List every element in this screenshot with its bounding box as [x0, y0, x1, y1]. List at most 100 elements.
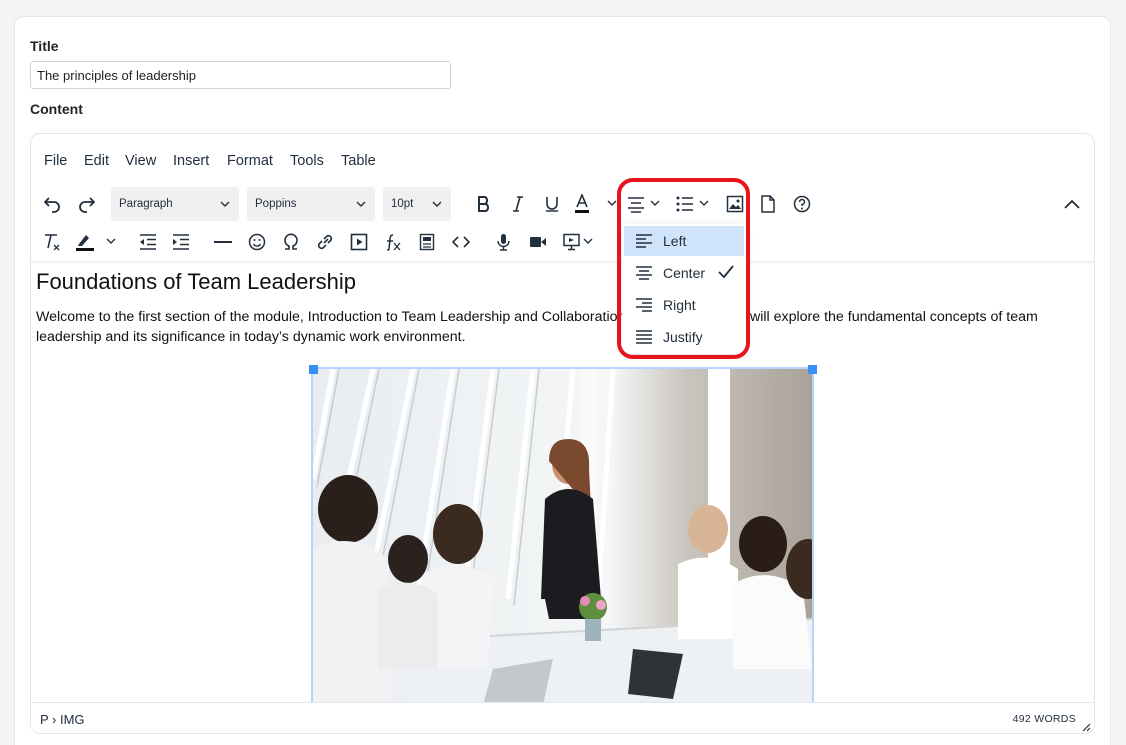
menu-insert[interactable]: Insert [173, 153, 209, 169]
help-button[interactable] [787, 187, 817, 221]
chevron-down-icon [220, 201, 230, 207]
align-option-right[interactable]: Right [624, 290, 744, 320]
image-icon [726, 195, 744, 213]
page-icon [761, 195, 775, 213]
align-center-icon [636, 266, 652, 280]
font-family-select[interactable]: Poppins [247, 187, 375, 221]
text-color-button[interactable] [571, 187, 621, 221]
italic-button[interactable] [503, 187, 533, 221]
menu-tools[interactable]: Tools [290, 153, 324, 169]
undo-button[interactable] [37, 187, 67, 221]
content-label: Content [30, 101, 83, 117]
underline-button[interactable] [537, 187, 567, 221]
word-count[interactable]: 492 WORDS [1013, 713, 1076, 725]
rich-text-editor: File Edit View Insert Format Tools Table… [30, 133, 1095, 734]
align-option-center[interactable]: Center [624, 258, 744, 288]
status-bar: P › IMG 492 WORDS [31, 702, 1094, 733]
indent-icon [173, 234, 189, 250]
highlight-icon [76, 235, 116, 251]
video-icon [530, 237, 546, 247]
voice-button[interactable] [489, 225, 519, 259]
bold-button[interactable] [469, 187, 499, 221]
code-button[interactable] [446, 225, 476, 259]
selected-image[interactable] [310, 367, 830, 702]
align-option-label: Justify [663, 329, 703, 345]
link-icon [317, 234, 333, 250]
template-button[interactable] [412, 225, 442, 259]
title-label: Title [30, 38, 59, 54]
checkmark-icon [718, 265, 734, 279]
horizontal-rule-button[interactable] [208, 225, 238, 259]
block-format-value: Paragraph [119, 198, 173, 210]
align-option-justify[interactable]: Justify [624, 322, 744, 352]
font-family-value: Poppins [255, 198, 297, 210]
menu-file[interactable]: File [44, 153, 67, 169]
image-button[interactable] [720, 187, 750, 221]
menu-edit[interactable]: Edit [84, 153, 109, 169]
align-justify-icon [636, 330, 652, 344]
font-size-select[interactable]: 10pt [383, 187, 451, 221]
align-option-label: Left [663, 233, 687, 249]
align-button[interactable] [625, 187, 667, 221]
preview-button[interactable] [561, 225, 597, 259]
formula-button[interactable] [378, 225, 408, 259]
media-button[interactable] [344, 225, 374, 259]
highlight-button[interactable] [73, 225, 121, 259]
collapse-toolbar-button[interactable] [1057, 187, 1087, 221]
menubar: File Edit View Insert Format Tools Table [31, 134, 1094, 186]
align-dropdown-menu: Left Center Right Justify [622, 224, 746, 354]
menu-table[interactable]: Table [341, 153, 376, 169]
voice-icon [497, 234, 510, 251]
text-color-icon [575, 194, 617, 213]
resize-handle-top-right[interactable] [808, 365, 817, 374]
chevron-down-icon [356, 201, 366, 207]
underline-icon [546, 197, 558, 212]
align-right-icon [636, 298, 652, 312]
team-meeting-photo [310, 368, 830, 702]
template-icon [419, 233, 435, 251]
redo-icon [79, 197, 95, 213]
italic-icon [513, 196, 523, 212]
align-left-icon [636, 234, 652, 248]
block-format-select[interactable]: Paragraph [111, 187, 239, 221]
title-input[interactable] [30, 61, 451, 89]
list-icon [676, 196, 709, 212]
align-option-label: Right [663, 297, 696, 313]
horizontal-rule-icon [214, 241, 232, 243]
preview-icon [563, 233, 593, 251]
media-icon [350, 233, 368, 251]
editor-content[interactable]: Foundations of Team Leadership Welcome t… [31, 264, 1094, 702]
link-button[interactable] [310, 225, 340, 259]
help-icon [793, 195, 811, 213]
clear-format-icon [45, 234, 60, 251]
page-button[interactable] [753, 187, 783, 221]
indent-button[interactable] [166, 225, 196, 259]
outdent-icon [140, 234, 156, 250]
align-option-label: Center [663, 265, 706, 281]
menu-format[interactable]: Format [227, 153, 273, 169]
document-paragraph: Welcome to the first section of the modu… [36, 309, 1038, 345]
resize-handle-top-left[interactable] [309, 365, 318, 374]
element-path[interactable]: P › IMG [40, 712, 85, 727]
clear-format-button[interactable] [37, 225, 67, 259]
undo-icon [44, 197, 60, 213]
resize-grip-icon[interactable] [1081, 722, 1091, 732]
align-option-left[interactable]: Left [624, 226, 744, 256]
emoji-icon [248, 233, 266, 251]
collapse-icon [1064, 199, 1080, 209]
align-icon [628, 197, 660, 213]
video-button[interactable] [523, 225, 553, 259]
bold-icon [478, 196, 490, 212]
list-button[interactable] [674, 187, 716, 221]
document-heading: Foundations of Team Leadership [36, 269, 357, 294]
redo-button[interactable] [72, 187, 102, 221]
special-char-button[interactable] [276, 225, 306, 259]
code-icon [452, 236, 470, 248]
outdent-button[interactable] [133, 225, 163, 259]
special-char-icon [284, 233, 298, 250]
chevron-down-icon [432, 201, 442, 207]
emoji-button[interactable] [242, 225, 272, 259]
font-size-value: 10pt [391, 198, 414, 210]
formula-icon [386, 234, 401, 251]
menu-view[interactable]: View [125, 153, 156, 169]
